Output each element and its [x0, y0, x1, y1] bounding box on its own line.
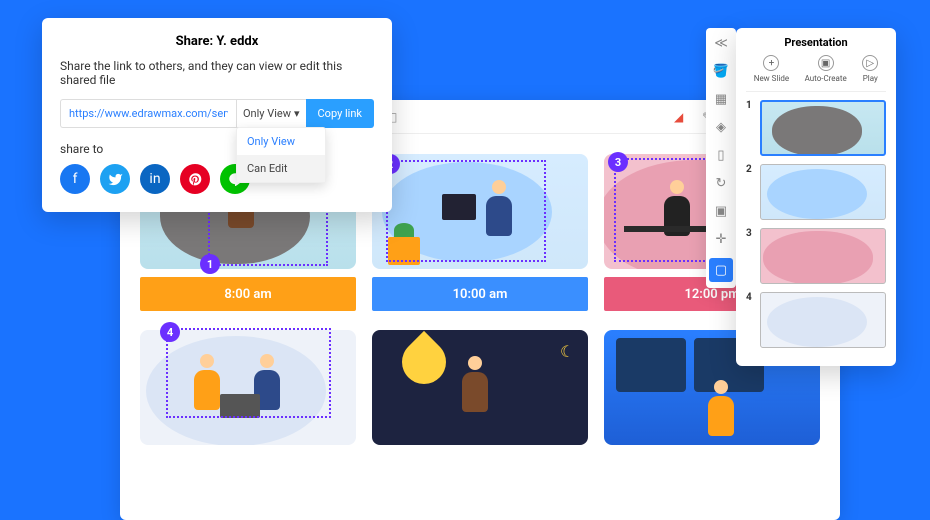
storyboard-cell-2[interactable]: 2 10:00 am — [372, 154, 588, 314]
side-tool-rail: ≪ 🪣 ▦ ◈ ▯ ↻ ▣ ✛ ▢ — [706, 28, 736, 288]
slide-thumb-4[interactable] — [760, 292, 886, 348]
plus-icon: + — [763, 55, 779, 71]
permission-dropdown: Only View Can Edit — [236, 127, 326, 183]
social-buttons: f in — [60, 164, 374, 194]
history-rail-icon[interactable]: ↻ — [712, 174, 730, 192]
storyboard-cell-5[interactable]: ☾ — [372, 330, 588, 490]
slide-row-3[interactable]: 3 — [746, 228, 886, 284]
pinterest-icon[interactable] — [180, 164, 210, 194]
paint-bucket-icon[interactable]: 🪣 — [712, 62, 730, 80]
facebook-icon[interactable]: f — [60, 164, 90, 194]
slide-thumb-1[interactable] — [760, 100, 886, 156]
play-icon: ▷ — [862, 55, 878, 71]
slide-row-4[interactable]: 4 — [746, 292, 886, 348]
page-rail-icon[interactable]: ▯ — [712, 146, 730, 164]
illustration-2 — [372, 154, 588, 269]
collapse-rail-icon[interactable]: ≪ — [712, 34, 730, 52]
time-label-2: 10:00 am — [372, 277, 588, 311]
slide-thumb-2[interactable] — [760, 164, 886, 220]
presentation-title: Presentation — [746, 36, 886, 49]
share-url-input[interactable] — [60, 99, 236, 128]
selection-badge-3: 3 — [608, 152, 628, 172]
slide-thumb-3[interactable] — [760, 228, 886, 284]
selection-badge-4: 4 — [160, 322, 180, 342]
slide-row-2[interactable]: 2 — [746, 164, 886, 220]
selection-badge-1: 1 — [200, 254, 220, 274]
new-slide-button[interactable]: + New Slide — [754, 55, 789, 83]
share-to-label: share to — [60, 142, 374, 156]
share-title: Share: Y. eddx — [60, 34, 374, 49]
storyboard-cell-4[interactable]: 4 — [140, 330, 356, 490]
twitter-icon[interactable] — [100, 164, 130, 194]
permission-select[interactable]: Only View ▾ Only View Can Edit — [236, 99, 306, 128]
time-label-1: 8:00 am — [140, 277, 356, 311]
screen-icon: ▣ — [818, 55, 834, 71]
slide-row-1[interactable]: 1 — [746, 100, 886, 156]
share-description: Share the link to others, and they can v… — [60, 59, 374, 87]
chevron-down-icon: ▾ — [294, 107, 300, 120]
presentation-panel: Presentation + New Slide ▣ Auto-Create ▷… — [736, 28, 896, 366]
permission-option-view[interactable]: Only View — [237, 128, 325, 155]
auto-create-button[interactable]: ▣ Auto-Create — [805, 55, 847, 83]
grid-view-icon[interactable]: ▦ — [712, 90, 730, 108]
focus-rail-icon[interactable]: ✛ — [712, 230, 730, 248]
illustration-5: ☾ — [372, 330, 588, 445]
copy-link-button[interactable]: Copy link — [306, 99, 374, 128]
play-button[interactable]: ▷ Play — [862, 55, 878, 83]
presentation-rail-icon[interactable]: ▢ — [709, 258, 733, 282]
illustration-4 — [140, 330, 356, 445]
image-rail-icon[interactable]: ▣ — [712, 202, 730, 220]
presentation-actions: + New Slide ▣ Auto-Create ▷ Play — [746, 55, 886, 92]
layers-rail-icon[interactable]: ◈ — [712, 118, 730, 136]
share-url-row: Only View ▾ Only View Can Edit Copy link — [60, 99, 374, 128]
fill-color-icon[interactable]: ◢ — [674, 110, 688, 124]
share-dialog: Share: Y. eddx Share the link to others,… — [42, 18, 392, 212]
linkedin-icon[interactable]: in — [140, 164, 170, 194]
permission-option-edit[interactable]: Can Edit — [237, 155, 325, 182]
